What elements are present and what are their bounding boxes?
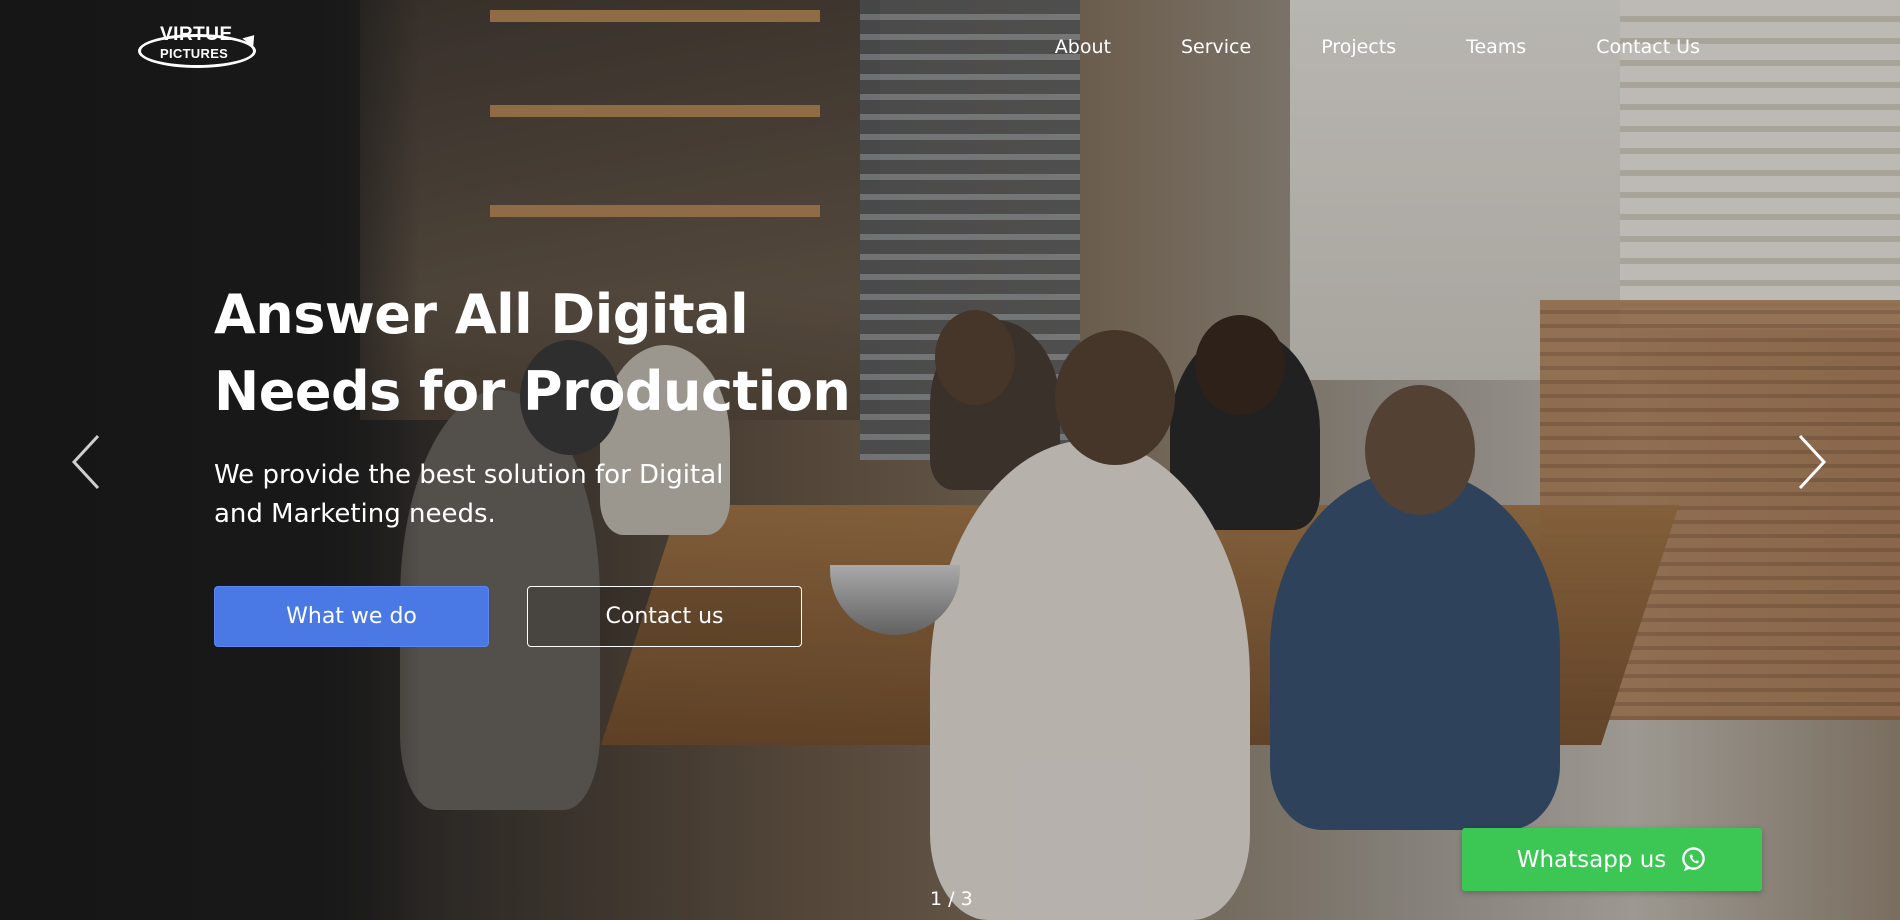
slider-next-button[interactable] xyxy=(1792,432,1832,492)
site-header: VIRTUE PICTURES About Service Projects T… xyxy=(0,0,1900,100)
logo-text-pictures: PICTURES xyxy=(160,46,229,61)
hero-title: Answer All Digital Needs for Production xyxy=(214,276,894,430)
hero-subtitle-line-2: and Marketing needs. xyxy=(214,499,496,529)
nav-link-contact-us[interactable]: Contact Us xyxy=(1596,36,1700,58)
logo-text-virtue: VIRTUE xyxy=(160,24,233,45)
whatsapp-label: Whatsapp us xyxy=(1516,846,1667,873)
hero-subtitle-line-1: We provide the best solution for Digital xyxy=(214,460,724,490)
nav-link-projects[interactable]: Projects xyxy=(1321,36,1396,58)
hero-title-line-2: Needs for Production xyxy=(214,360,851,423)
contact-us-button[interactable]: Contact us xyxy=(527,586,802,647)
nav-link-about[interactable]: About xyxy=(1055,36,1111,58)
hero-subtitle: We provide the best solution for Digital… xyxy=(214,456,774,534)
what-we-do-button[interactable]: What we do xyxy=(214,586,489,647)
main-nav: About Service Projects Teams Contact Us xyxy=(985,36,1700,58)
slide-counter: 1 / 3 xyxy=(930,888,973,910)
whatsapp-button[interactable]: Whatsapp us xyxy=(1462,828,1762,891)
nav-link-teams[interactable]: Teams xyxy=(1466,36,1526,58)
chevron-right-icon xyxy=(1798,434,1827,490)
hero-title-line-1: Answer All Digital xyxy=(214,283,749,346)
chevron-left-icon xyxy=(71,434,100,490)
brand-logo[interactable]: VIRTUE PICTURES xyxy=(138,24,262,72)
nav-link-service[interactable]: Service xyxy=(1181,36,1251,58)
whatsapp-icon xyxy=(1682,847,1706,872)
slider-prev-button[interactable] xyxy=(68,432,108,492)
